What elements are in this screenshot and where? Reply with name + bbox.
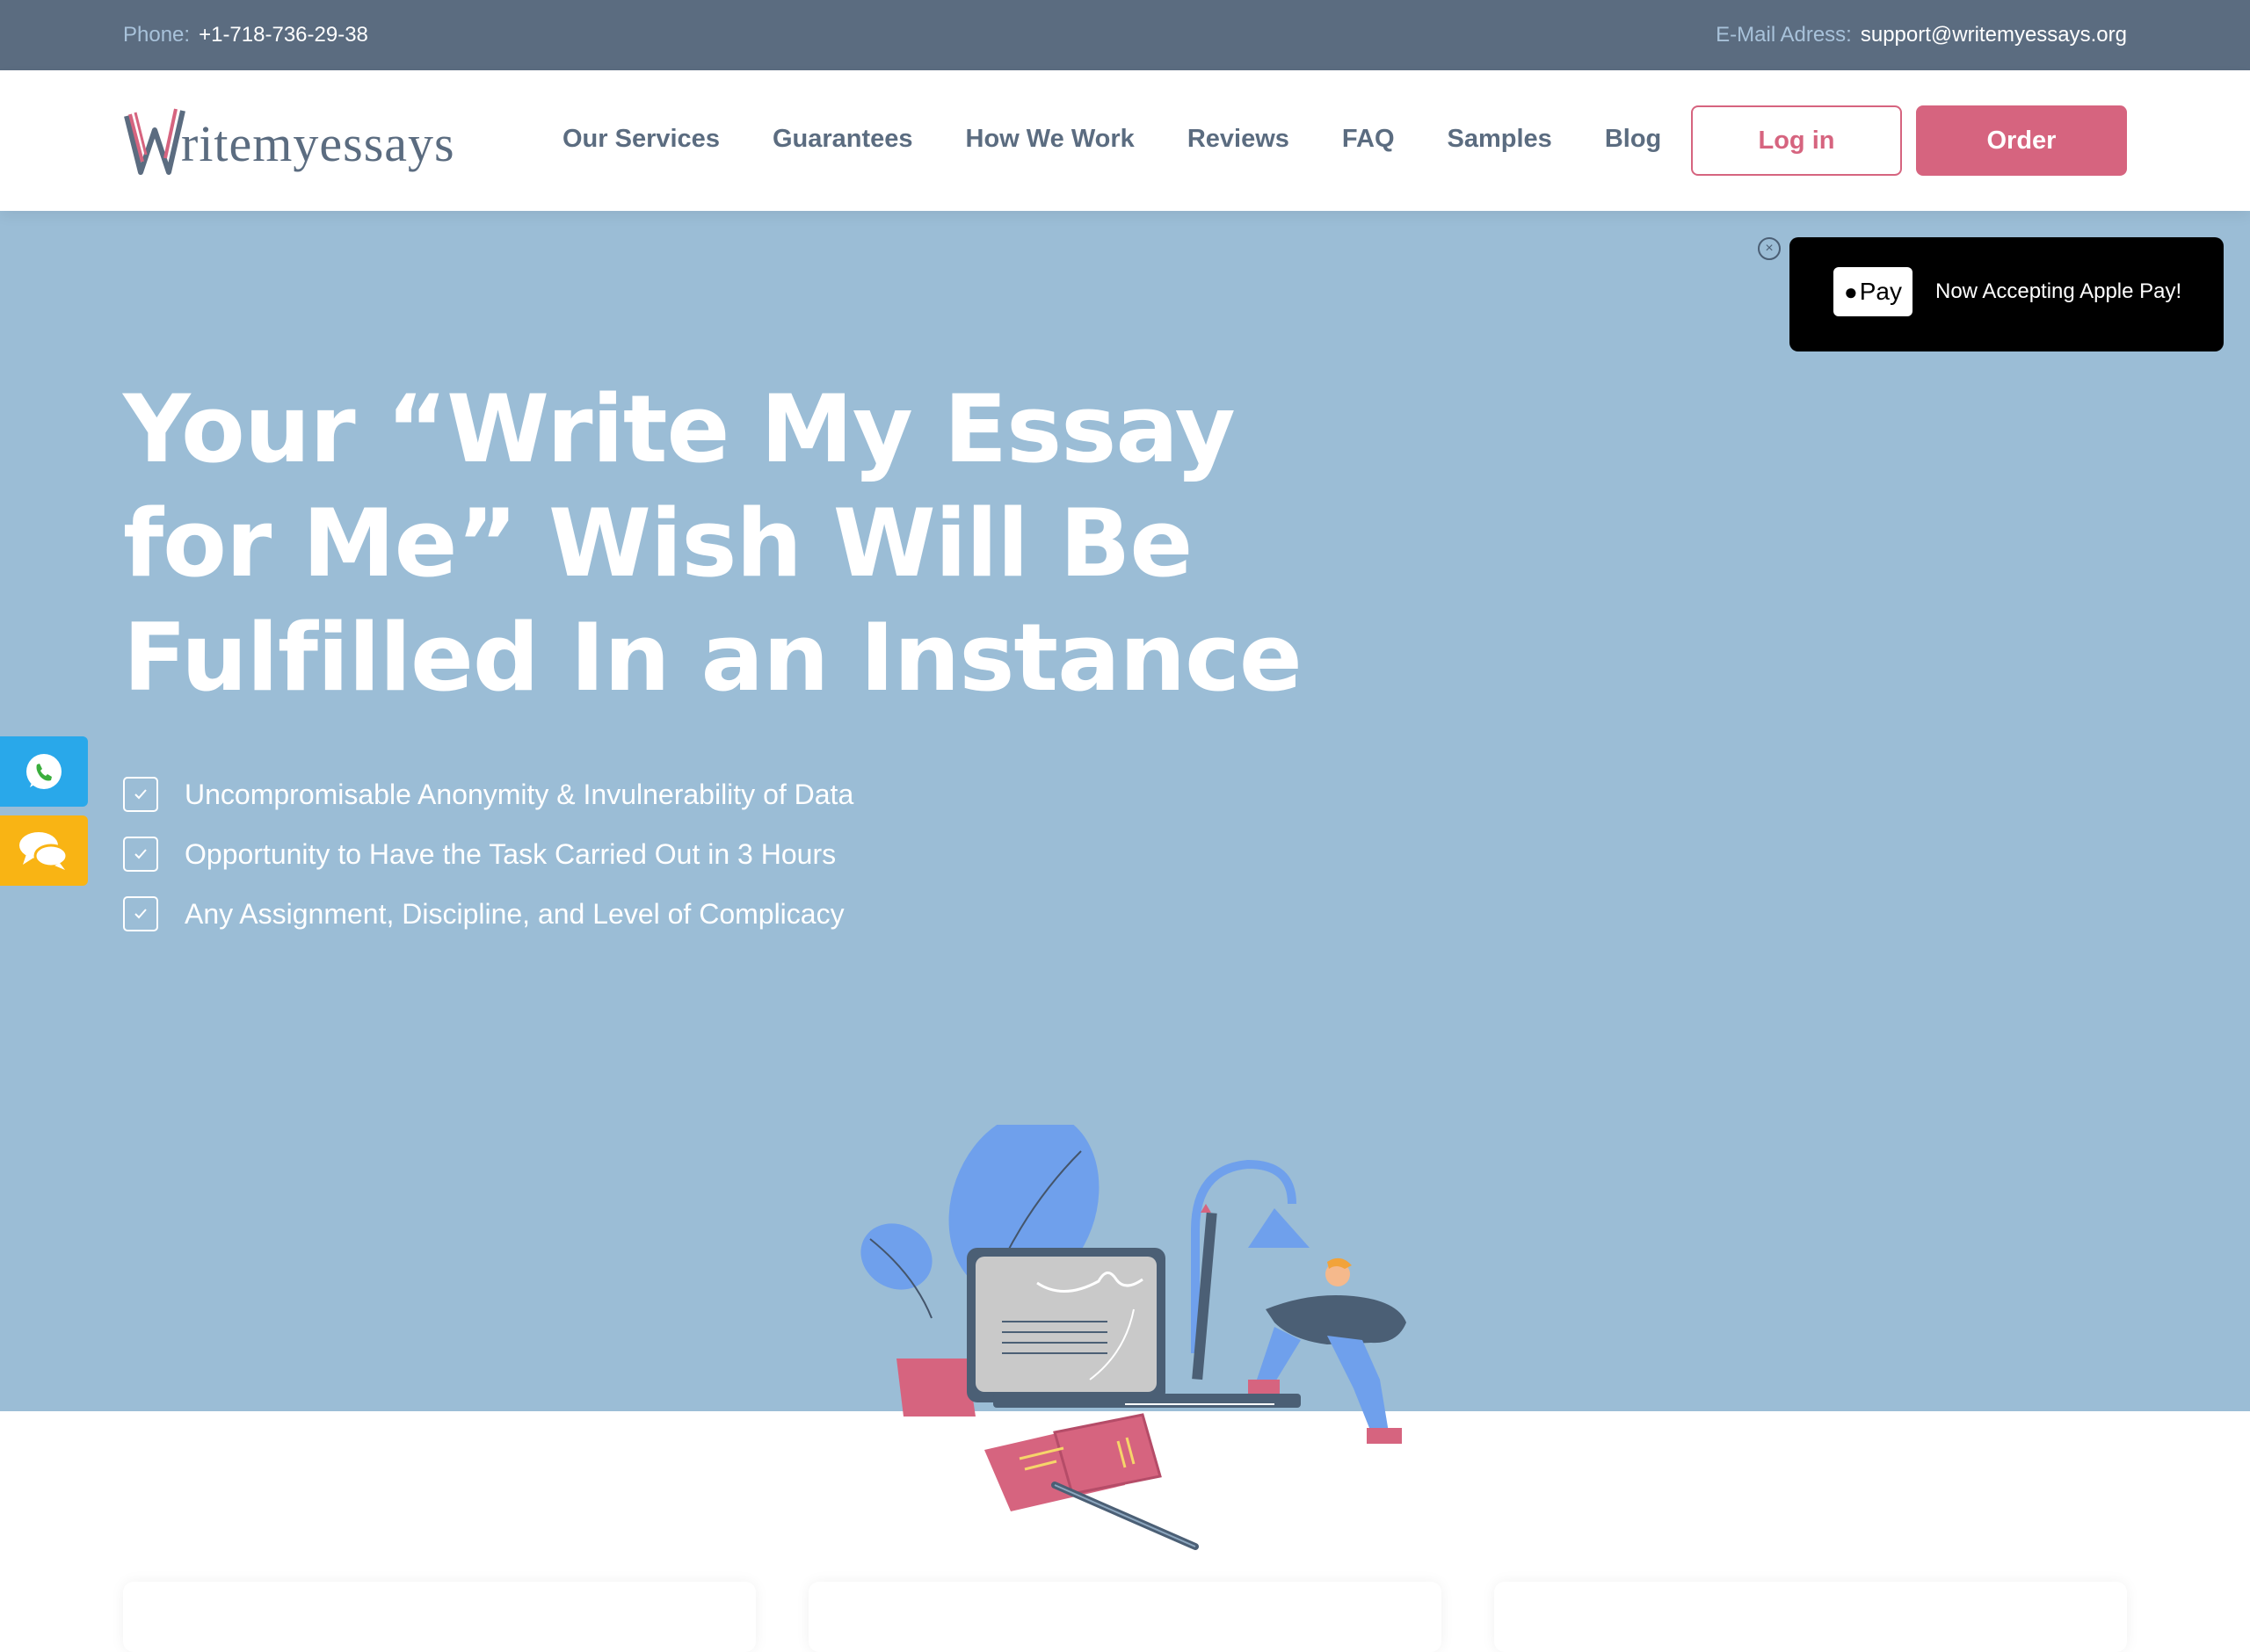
nav-how-we-work[interactable]: How We Work [966,125,1135,154]
main-navbar: ritemyessays Our Services Guarantees How… [0,70,2250,211]
hero-title-line-1: Your “Write My Essay [123,375,1236,483]
hero-title-line-2: for Me” Wish Will Be [123,489,1193,598]
feature-card [1494,1582,2127,1652]
close-icon[interactable]: × [1758,237,1781,260]
logo-w-mark [124,108,185,175]
feature-text: Any Assignment, Discipline, and Level of… [185,897,845,930]
feature-text: Uncompromisable Anonymity & Invulnerabil… [185,778,854,810]
feature-item: Uncompromisable Anonymity & Invulnerabil… [123,764,853,824]
primary-nav: Our Services Guarantees How We Work Revi… [562,125,1714,154]
apple-pay-badge: ● Pay [1833,267,1912,316]
nav-blog[interactable]: Blog [1605,125,1661,154]
nav-our-services[interactable]: Our Services [562,125,720,154]
chat-icon [19,832,69,870]
email-contact: E-Mail Adress: support@writemyessays.org [1716,23,2127,47]
check-icon [123,777,158,812]
whatsapp-button[interactable] [0,736,88,807]
login-button[interactable]: Log in [1691,105,1902,176]
apple-pay-notice[interactable]: ● Pay Now Accepting Apple Pay! [1789,237,2224,351]
email-label: E-Mail Adress: [1716,23,1852,47]
whatsapp-icon [26,754,62,789]
phone-link[interactable]: +1-718-736-29-38 [199,23,368,47]
feature-card [809,1582,1441,1652]
check-icon [123,896,158,931]
feature-card [123,1582,756,1652]
phone-contact: Phone: +1-718-736-29-38 [123,23,368,47]
nav-samples[interactable]: Samples [1448,125,1552,154]
feature-text: Opportunity to Have the Task Carried Out… [185,837,837,870]
hero-title: Your “Write My Essay for Me” Wish Will B… [123,373,1354,715]
logo-text: ritemyessays [181,114,455,172]
nav-faq[interactable]: FAQ [1342,125,1395,154]
nav-guarantees[interactable]: Guarantees [773,125,913,154]
feature-item: Opportunity to Have the Task Carried Out… [123,824,853,884]
apple-pay-message: Now Accepting Apple Pay! [1935,279,2182,303]
top-contact-bar: Phone: +1-718-736-29-38 E-Mail Adress: sup… [0,0,2250,70]
site-logo[interactable]: ritemyessays [123,100,492,181]
feature-list: Uncompromisable Anonymity & Invulnerabil… [123,764,853,944]
order-button[interactable]: Order [1916,105,2127,176]
feature-cards-row [0,1582,2250,1652]
apple-icon: ● [1844,278,1858,305]
feature-item: Any Assignment, Discipline, and Level of… [123,884,853,944]
hero-section: Your “Write My Essay for Me” Wish Will B… [0,211,2250,1550]
check-icon [123,837,158,872]
apple-pay-badge-text: Pay [1859,278,1902,305]
email-link[interactable]: support@writemyessays.org [1861,23,2127,47]
hero-title-line-3: Fulfilled In an Instance [123,604,1303,712]
hero-illustration [860,1125,1406,1550]
chat-button[interactable] [0,815,88,886]
phone-label: Phone: [123,23,191,47]
nav-reviews[interactable]: Reviews [1187,125,1289,154]
